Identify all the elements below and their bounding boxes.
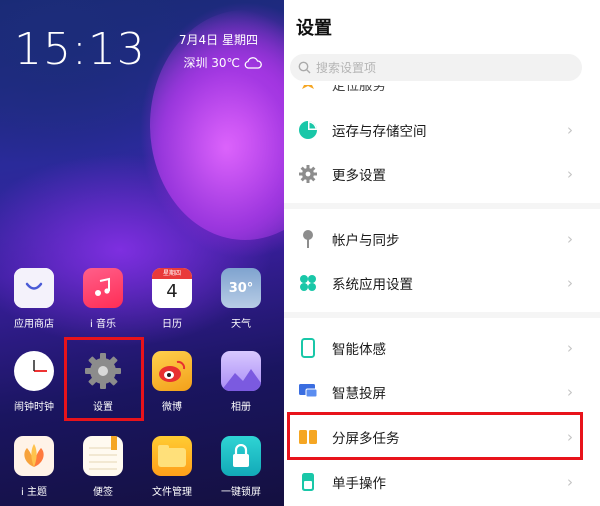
settings-item-system-apps[interactable]: 系统应用设置 › (284, 261, 600, 305)
file-manager-label: 文件管理 (152, 487, 192, 498)
theme-icon (14, 436, 54, 476)
weather-label: 天气 (231, 319, 251, 330)
phone-motion-icon (298, 338, 318, 358)
chevron-right-icon: › (567, 274, 573, 292)
cast-screen-icon (298, 382, 318, 402)
calendar-day: 4 (166, 281, 178, 302)
clock-icon (14, 351, 54, 391)
settings-item-cast[interactable]: 智慧投屏 › (284, 370, 600, 414)
lock-screen-app[interactable]: 一键锁屏 (210, 436, 272, 498)
settings-item-more[interactable]: 更多设置 › (284, 152, 600, 196)
chevron-right-icon: › (567, 339, 573, 357)
chevron-right-icon: › (567, 121, 573, 139)
clock-date: 7月4日 星期四 (178, 33, 258, 47)
music-label: i 音乐 (90, 319, 116, 330)
settings-item-label: 更多设置 (332, 168, 386, 184)
settings-item-label: 帐户与同步 (332, 233, 400, 249)
search-input[interactable] (316, 60, 536, 75)
album-label: 相册 (231, 402, 251, 413)
weibo-icon (152, 351, 192, 391)
calendar-label: 日历 (162, 319, 182, 330)
notes-icon (83, 436, 123, 476)
settings-item-label: 单手操作 (332, 476, 386, 492)
weather-icon: 30° (221, 268, 261, 308)
theme-label: i 主题 (21, 487, 47, 498)
settings-item-label: 系统应用设置 (332, 277, 413, 293)
one-hand-icon (298, 472, 318, 492)
settings-item-accounts[interactable]: 帐户与同步 › (284, 217, 600, 261)
settings-item-one-hand[interactable]: 单手操作 › (284, 460, 600, 504)
home-screen: 15:13 7月4日 星期四 深圳 30℃ 应用商店 i 音乐 星期四 4 日历… (0, 0, 284, 506)
theme-app[interactable]: i 主题 (3, 436, 65, 498)
four-leaf-icon (298, 273, 318, 293)
photo-album-icon (221, 351, 261, 391)
settings-app-highlight (64, 337, 144, 421)
notes-app[interactable]: 便签 (72, 436, 134, 498)
chevron-right-icon: › (567, 473, 573, 491)
weather-app-temp: 30° (228, 280, 254, 296)
pin-icon (298, 229, 318, 249)
weather-widget[interactable]: 深圳 30℃ (183, 54, 262, 71)
chevron-right-icon: › (567, 230, 573, 248)
settings-item-storage[interactable]: 运存与存储空间 › (284, 108, 600, 152)
weibo-label: 微博 (162, 402, 182, 413)
settings-item-smart-motion[interactable]: 智能体感 › (284, 326, 600, 370)
weibo-app[interactable]: 微博 (141, 351, 203, 413)
search-icon (298, 61, 311, 74)
app-store-icon (14, 268, 54, 308)
notes-label: 便签 (93, 487, 113, 498)
clock-label: 闹钟时钟 (14, 402, 54, 413)
file-manager-icon (152, 436, 192, 476)
search-bar[interactable] (290, 54, 582, 81)
weather-text: 深圳 30℃ (183, 56, 240, 70)
lock-icon (221, 436, 261, 476)
file-manager-app[interactable]: 文件管理 (141, 436, 203, 498)
settings-screen: 设置 定位服务 运存与存储空间 › 更多设置 › 帐户与同步 › (284, 0, 600, 506)
chevron-right-icon: › (567, 165, 573, 183)
clock-time: 15:13 (14, 24, 146, 75)
clock-app[interactable]: 闹钟时钟 (3, 351, 65, 413)
settings-item-label: 智慧投屏 (332, 386, 386, 402)
weather-app[interactable]: 30° 天气 (210, 268, 272, 330)
storage-pie-icon (298, 120, 318, 140)
calendar-app[interactable]: 星期四 4 日历 (141, 268, 203, 330)
split-screen-highlight (287, 412, 583, 460)
chevron-right-icon: › (567, 383, 573, 401)
music-icon (83, 268, 123, 308)
music-app[interactable]: i 音乐 (72, 268, 134, 330)
section-divider (284, 203, 600, 209)
calendar-icon: 星期四 4 (152, 268, 192, 308)
cloud-icon (244, 56, 262, 69)
calendar-weekday: 星期四 (152, 268, 192, 279)
lock-screen-label: 一键锁屏 (221, 487, 261, 498)
app-store-label: 应用商店 (14, 319, 54, 330)
gear-icon (298, 164, 318, 184)
app-store[interactable]: 应用商店 (3, 268, 65, 330)
settings-item-label: 智能体感 (332, 342, 386, 358)
section-divider (284, 312, 600, 318)
page-title: 设置 (296, 18, 332, 39)
settings-item-label: 运存与存储空间 (332, 124, 427, 140)
album-app[interactable]: 相册 (210, 351, 272, 413)
